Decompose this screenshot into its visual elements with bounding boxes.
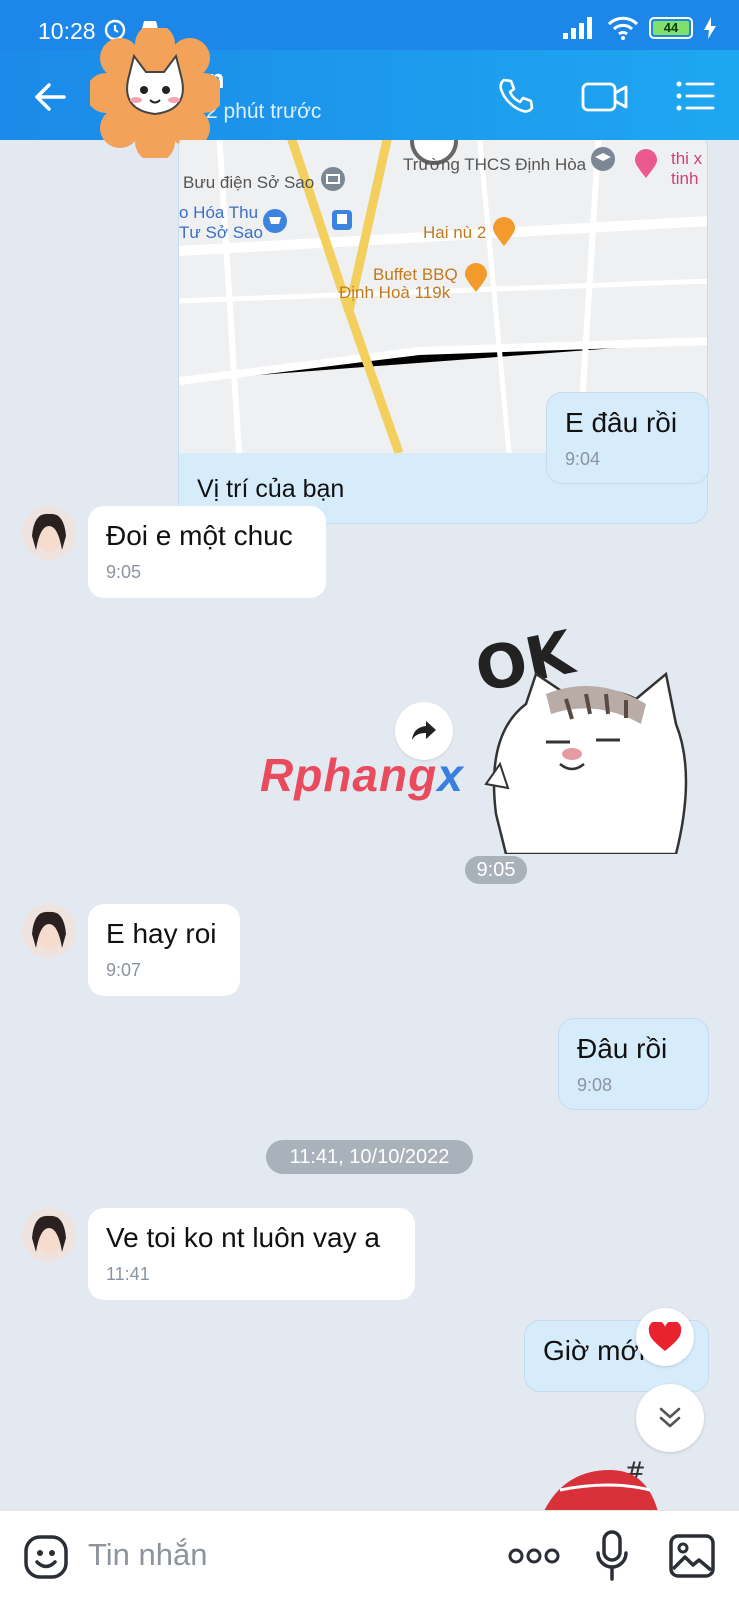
message-text: E hay roi xyxy=(106,918,217,949)
message-bubble-me[interactable]: E đâu rồi 9:04 xyxy=(546,392,709,484)
portrait-icon xyxy=(22,904,76,958)
message-bubble-me[interactable]: Đâu rồi 9:08 xyxy=(558,1018,709,1110)
school-pin-icon xyxy=(591,147,615,171)
portrait-icon xyxy=(22,506,76,560)
shop-pin-icon xyxy=(263,209,287,233)
restaurant-pin-icon xyxy=(493,217,515,246)
map-label-post-office: Bưu điện Sở Sao xyxy=(183,173,315,192)
heart-icon xyxy=(648,1322,682,1351)
status-icons-right: 44 xyxy=(563,16,717,40)
watermark-part2: x xyxy=(437,749,464,801)
menu-list-icon[interactable] xyxy=(672,74,716,118)
last-seen-status: 2 phút trước xyxy=(206,100,322,123)
map-label-bbq-2: Định Hoà 119k xyxy=(339,283,451,302)
image-gallery-icon[interactable] xyxy=(668,1533,716,1579)
message-text: Đâu rồi xyxy=(577,1033,668,1064)
date-separator: 11:41, 10/10/2022 xyxy=(266,1140,473,1174)
battery-level: 44 xyxy=(653,21,689,35)
map-label-school: Trường THCS Định Hòa xyxy=(403,155,587,174)
message-text: E đâu rồi xyxy=(565,407,678,438)
message-input[interactable]: Tin nhắn xyxy=(88,1537,208,1573)
message-bubble-them[interactable]: Ve toi ko nt luôn vay a 11:41 xyxy=(88,1208,415,1300)
map-label-shop-1: o Hóa Thu xyxy=(179,203,259,222)
watermark-text: Rphangx xyxy=(260,748,464,802)
message-text: Ve toi ko nt luôn vay a xyxy=(106,1222,380,1253)
message-bubble-them[interactable]: E hay roi 9:07 xyxy=(88,904,240,996)
bbq-pin-icon xyxy=(465,263,487,292)
charging-icon xyxy=(704,17,716,39)
ok-cat-sticker[interactable]: OK xyxy=(476,614,716,854)
cat-avatar-sticker[interactable] xyxy=(90,28,220,158)
signal-icon xyxy=(563,17,592,39)
microphone-icon[interactable] xyxy=(594,1529,630,1583)
reaction-button[interactable] xyxy=(636,1308,694,1366)
video-call-icon[interactable] xyxy=(580,74,630,118)
phone-icon[interactable] xyxy=(494,74,538,118)
back-button[interactable] xyxy=(28,74,74,120)
bus-stop-icon xyxy=(332,210,352,230)
message-input-bar: Tin nhắn xyxy=(0,1510,739,1600)
map-label-bbq-1: Buffet BBQ xyxy=(373,265,458,284)
portrait-icon xyxy=(22,1208,76,1262)
map-label-shop-2: Tư Sở Sao xyxy=(179,223,263,242)
share-arrow-icon xyxy=(412,721,436,740)
arrow-left-icon xyxy=(35,83,66,111)
post-office-pin-icon xyxy=(321,167,345,191)
location-caption: Vị trí của bạn xyxy=(197,475,345,503)
sticker-emoji-icon[interactable] xyxy=(22,1533,70,1581)
message-time: 11:41 xyxy=(106,1264,150,1284)
message-time: 9:05 xyxy=(106,562,142,582)
battery-icon: 44 xyxy=(649,17,693,39)
message-bubble-them[interactable]: Đoi e một chuc 9:05 xyxy=(88,506,326,598)
status-time: 10:28 xyxy=(38,18,96,44)
map-label-corner-2: tinh xyxy=(671,169,699,188)
watermark-part1: Rphang xyxy=(260,749,438,801)
message-time: 9:07 xyxy=(106,960,142,980)
message-text: Đoi e một chuc xyxy=(106,520,293,551)
contact-avatar[interactable] xyxy=(22,1208,76,1262)
scroll-to-bottom-button[interactable] xyxy=(636,1384,704,1452)
contact-avatar[interactable] xyxy=(22,506,76,560)
sticker-time: 9:05 xyxy=(465,856,527,884)
more-options-icon[interactable] xyxy=(508,1545,560,1567)
message-time: 9:08 xyxy=(577,1075,613,1095)
map-label-restaurant: Hai nù 2 xyxy=(423,223,487,242)
chat-header: n 2 phút trước xyxy=(0,28,739,158)
hotel-pin-icon xyxy=(635,149,657,178)
chat-messages[interactable]: Trường THCS Định Hòa Bưu điện Sở Sao o H… xyxy=(0,140,739,1510)
contact-avatar[interactable] xyxy=(22,904,76,958)
double-chevron-down-icon xyxy=(659,1407,681,1428)
map-label-corner-1: thi x xyxy=(671,149,703,168)
wifi-icon xyxy=(607,16,639,40)
message-time: 9:04 xyxy=(565,449,601,469)
